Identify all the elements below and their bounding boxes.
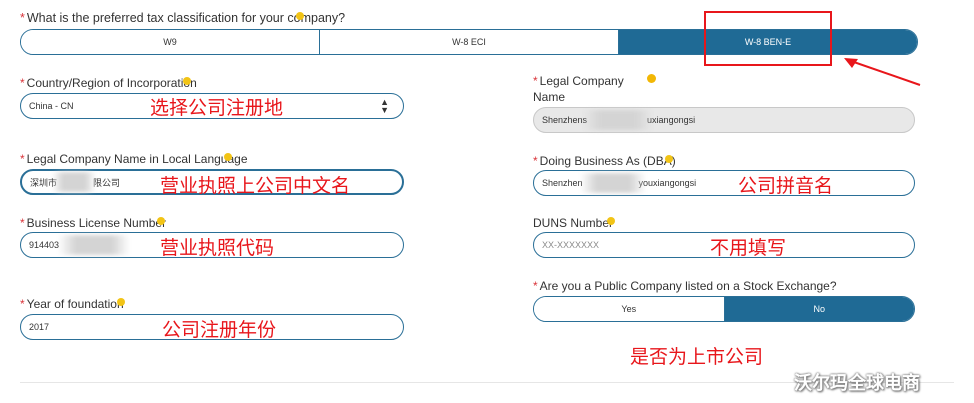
- public-option-yes[interactable]: Yes: [534, 297, 724, 321]
- highlight-dot: [607, 217, 615, 225]
- country-label: * Country/Region of Incorporation: [20, 76, 197, 90]
- year-label: * Year of foundation: [20, 297, 124, 311]
- required-marker: *: [20, 11, 25, 25]
- duns-label: DUNS Number: [533, 216, 614, 230]
- annotation-public: 是否为上市公司: [630, 346, 764, 368]
- select-arrows-icon[interactable]: ▲ ▼: [380, 98, 389, 115]
- annotation-license: 营业执照代码: [160, 237, 275, 259]
- annotation-country: 选择公司注册地: [150, 97, 284, 119]
- redaction-blur: [580, 173, 646, 193]
- tax-option-w9[interactable]: W9: [21, 30, 319, 54]
- highlight-dot: [157, 217, 165, 225]
- annotation-local-name: 营业执照上公司中文名: [160, 175, 351, 197]
- highlight-dot: [183, 77, 191, 85]
- country-value: China - CN: [29, 101, 74, 111]
- annotation-dba: 公司拼音名: [738, 175, 834, 197]
- local-name-label: * Legal Company Name in Local Language: [20, 152, 248, 166]
- annotation-year: 公司注册年份: [162, 319, 277, 341]
- annotation-duns: 不用填写: [710, 237, 787, 259]
- public-company-label: * Are you a Public Company listed on a St…: [533, 279, 837, 293]
- highlight-dot: [296, 12, 304, 20]
- redaction-blur: [58, 235, 130, 255]
- highlight-dot: [117, 298, 125, 306]
- redaction-blur: [583, 110, 653, 130]
- redaction-blur: [52, 172, 96, 192]
- highlight-box: [704, 11, 832, 66]
- info-icon[interactable]: [647, 74, 656, 83]
- watermark: 沃尔玛全球电商: [794, 373, 920, 394]
- dba-label: * Doing Business As (DBA): [533, 154, 676, 168]
- public-option-no[interactable]: No: [723, 297, 914, 321]
- public-company-selector[interactable]: Yes No: [533, 296, 915, 322]
- highlight-dot: [224, 153, 232, 161]
- tax-option-w8-eci[interactable]: W-8 ECI: [319, 30, 618, 54]
- legal-name-label: * Legal Company Name: [533, 74, 624, 104]
- highlight-dot: [665, 155, 673, 163]
- arrow-icon: [844, 58, 921, 86]
- license-label: * Business License Number: [20, 216, 167, 230]
